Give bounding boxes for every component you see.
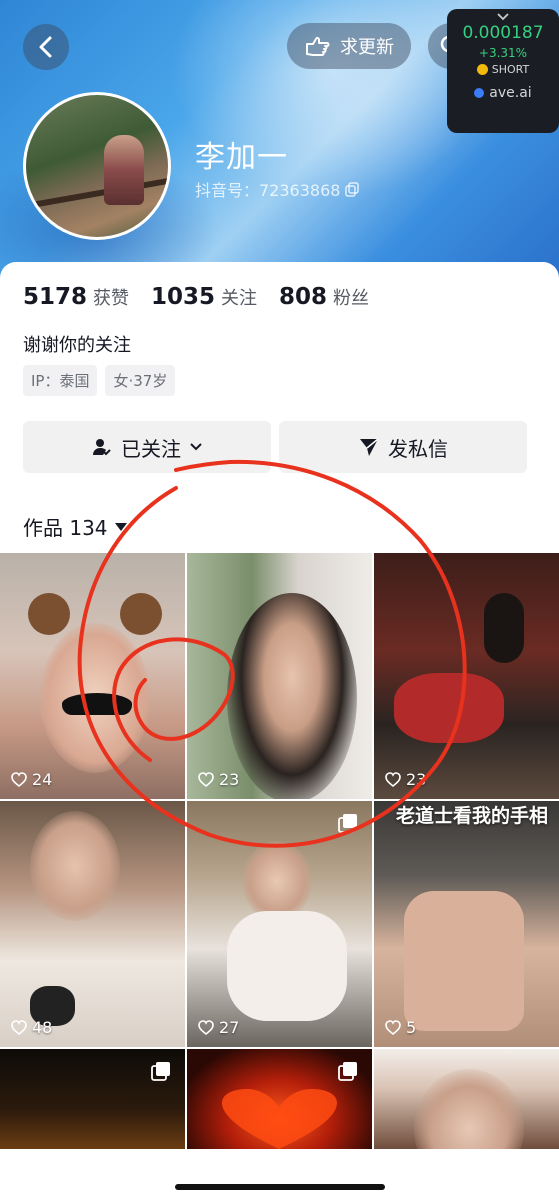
stat-followers-count: 808 xyxy=(279,284,328,310)
video-thumbnail[interactable]: 27 xyxy=(187,801,372,1047)
stat-likes-count: 5178 xyxy=(23,284,88,310)
heart-icon xyxy=(385,772,401,787)
stat-following-count: 1035 xyxy=(151,284,216,310)
like-count: 5 xyxy=(385,1018,416,1037)
like-count: 23 xyxy=(198,770,239,789)
copy-icon[interactable] xyxy=(344,181,360,197)
send-icon xyxy=(360,438,379,456)
chevron-down-icon[interactable] xyxy=(497,13,509,21)
ticker-site-label: ave.ai xyxy=(489,85,532,101)
user-name: 李加一 xyxy=(195,140,288,175)
stat-followers-label: 粉丝 xyxy=(333,288,370,309)
stat-following[interactable]: 1035 关注 xyxy=(151,284,257,310)
user-check-icon xyxy=(93,439,111,456)
multi-image-icon xyxy=(338,814,357,833)
heart-icon xyxy=(385,1020,401,1035)
site-logo-icon xyxy=(474,88,485,98)
stat-followers[interactable]: 808 粉丝 xyxy=(279,284,369,310)
like-count-value: 27 xyxy=(219,1018,240,1037)
ticker-site: ave.ai xyxy=(447,85,559,101)
ticker-position: SHORT xyxy=(447,63,559,76)
thumbnail-picture xyxy=(414,1069,524,1149)
thumbnail-picture xyxy=(227,911,347,1021)
like-count-value: 5 xyxy=(406,1018,417,1037)
ticker-position-label: SHORT xyxy=(491,63,530,76)
mustache-sticker xyxy=(62,693,132,715)
like-count-value: 24 xyxy=(32,770,53,789)
video-thumbnail[interactable]: 23 xyxy=(374,553,559,799)
stat-following-label: 关注 xyxy=(221,288,258,309)
video-thumbnail[interactable]: 48 xyxy=(0,801,185,1047)
tag-gender-age: 女·37岁 xyxy=(105,365,176,396)
multi-image-icon xyxy=(338,1062,357,1081)
request-update-label: 求更新 xyxy=(340,37,394,58)
thumbnail-picture xyxy=(30,811,120,921)
like-count: 24 xyxy=(11,770,52,789)
user-id[interactable]: 抖音号：72363868 xyxy=(195,177,360,201)
thumbnail-caption: 老道士看我的手相 xyxy=(396,805,549,827)
video-thumbnail[interactable]: 24 xyxy=(0,553,185,799)
heart-icon xyxy=(198,1020,214,1035)
video-thumbnail[interactable]: 23 xyxy=(187,553,372,799)
coin-icon xyxy=(476,64,488,75)
video-thumbnail[interactable] xyxy=(0,1049,185,1149)
like-count-value: 48 xyxy=(32,1018,53,1037)
chevron-down-icon xyxy=(190,443,202,451)
profile-bio: 谢谢你的关注 xyxy=(23,335,131,356)
video-thumbnail[interactable] xyxy=(187,1049,372,1149)
request-update-button[interactable]: 求更新 xyxy=(287,23,411,69)
tag-ip: IP：泰国 xyxy=(23,365,98,396)
profile-tags: IP：泰国 女·37岁 xyxy=(23,365,176,396)
thumbnail-picture xyxy=(394,673,504,743)
bear-ear-sticker xyxy=(28,593,70,635)
ticker-change: +3.31% xyxy=(478,46,528,60)
send-message-button[interactable]: 发私信 xyxy=(279,421,527,473)
like-count: 48 xyxy=(11,1018,52,1037)
like-count: 27 xyxy=(198,1018,239,1037)
avatar-photo-figure xyxy=(104,135,144,205)
avatar[interactable] xyxy=(23,92,171,240)
stat-likes-label: 获赞 xyxy=(93,288,130,309)
ticker-price: 0.000187 xyxy=(462,23,544,43)
thumbnail-picture xyxy=(242,841,312,921)
bear-ear-sticker xyxy=(120,593,162,635)
works-tab[interactable]: 作品 134 xyxy=(23,512,128,541)
home-indicator[interactable] xyxy=(175,1184,385,1190)
avatar-photo-detail xyxy=(26,177,168,209)
thumbnail-picture xyxy=(484,593,524,663)
like-count-value: 23 xyxy=(219,770,240,789)
video-thumbnail[interactable] xyxy=(374,1049,559,1149)
video-thumbnail[interactable]: 老道士看我的手相 5 xyxy=(374,801,559,1047)
heart-icon xyxy=(11,772,27,787)
like-count: 23 xyxy=(385,770,426,789)
works-tab-label: 作品 134 xyxy=(23,516,108,540)
heart-shape-picture xyxy=(222,1089,337,1149)
following-button[interactable]: 已关注 xyxy=(23,421,271,473)
user-id-label: 抖音号：72363868 xyxy=(195,181,341,200)
pointing-hand-icon xyxy=(306,36,330,56)
profile-stats: 5178 获赞 1035 关注 808 粉丝 xyxy=(23,284,369,310)
send-message-label: 发私信 xyxy=(388,436,448,461)
stat-likes[interactable]: 5178 获赞 xyxy=(23,284,129,310)
thumbnail-picture xyxy=(227,593,357,799)
heart-icon xyxy=(198,772,214,787)
chevron-left-icon xyxy=(39,36,52,58)
multi-image-icon xyxy=(151,1062,170,1081)
back-button[interactable] xyxy=(23,24,69,70)
thumbnail-picture xyxy=(404,891,524,1031)
price-ticker-overlay[interactable]: 0.000187 +3.31% SHORT ave.ai xyxy=(447,9,559,133)
like-count-value: 23 xyxy=(406,770,427,789)
caret-down-icon xyxy=(114,522,127,531)
heart-icon xyxy=(11,1020,27,1035)
following-label: 已关注 xyxy=(121,436,181,461)
